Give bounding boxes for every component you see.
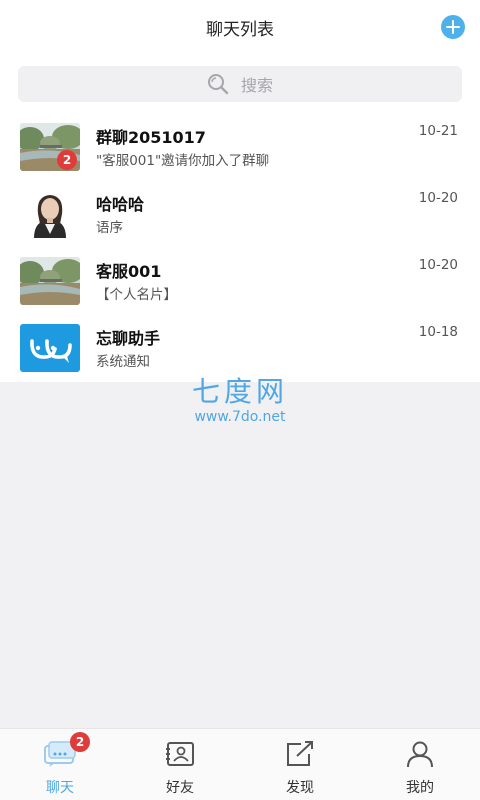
tab-label: 好友 — [166, 780, 194, 796]
page-title: 聊天列表 — [206, 19, 274, 40]
search-input[interactable]: 搜索 — [18, 66, 462, 102]
discover-icon — [285, 739, 315, 769]
user-avatar — [20, 190, 80, 238]
tab-label: 聊天 — [46, 780, 74, 796]
chat-name: 客服001 — [96, 262, 162, 281]
tab-label: 我的 — [406, 780, 434, 796]
tab-me[interactable]: 我的 — [360, 729, 480, 800]
tab-discover[interactable]: 发现 — [240, 729, 360, 800]
watermark-url: www.7do.net — [194, 409, 286, 425]
chat-date: 10-20 — [418, 257, 458, 273]
chat-date: 10-18 — [418, 324, 458, 340]
add-button[interactable] — [441, 15, 465, 39]
bottom-tab-bar: 2 聊天 好友 发现 我的 — [0, 728, 480, 800]
header: 聊天列表 — [0, 0, 480, 54]
search-icon — [207, 73, 229, 95]
tab-label: 发现 — [286, 780, 314, 796]
chat-date: 10-21 — [418, 123, 458, 139]
search-bar: 搜索 — [0, 54, 480, 114]
chat-item[interactable]: 2 群聊2051017 "客服001"邀请你加入了群聊 10-21 — [0, 114, 480, 181]
user-avatar — [20, 257, 80, 305]
chat-preview: 系统通知 — [96, 354, 150, 370]
chat-list-screen: 聊天列表 搜索 2 群聊2051017 "客服001"邀请你加入了群聊 10-2… — [0, 0, 480, 800]
chat-name: 忘聊助手 — [96, 329, 161, 348]
chat-item[interactable]: 客服001 【个人名片】 10-20 — [0, 248, 480, 315]
chat-item[interactable]: 忘聊助手 系统通知 10-18 — [0, 315, 480, 382]
chat-name: 群聊2051017 — [96, 128, 206, 147]
chat-preview: "客服001"邀请你加入了群聊 — [96, 153, 270, 169]
chat-date: 10-20 — [418, 190, 458, 206]
watermark: 七度网 www.7do.net — [0, 376, 480, 426]
chat-list: 2 群聊2051017 "客服001"邀请你加入了群聊 10-21 哈哈哈 语序… — [0, 114, 480, 382]
assistant-avatar — [20, 324, 80, 372]
profile-icon — [406, 739, 434, 769]
chat-name: 哈哈哈 — [96, 195, 145, 214]
plus-circle-icon — [446, 20, 460, 34]
chat-preview: 语序 — [96, 220, 123, 236]
watermark-brand: 七度网 — [191, 375, 288, 408]
tab-chat[interactable]: 2 聊天 — [0, 729, 120, 800]
chat-item[interactable]: 哈哈哈 语序 10-20 — [0, 181, 480, 248]
search-placeholder: 搜索 — [240, 76, 273, 95]
chat-tab-badge: 2 — [70, 732, 90, 752]
unread-badge: 2 — [57, 150, 77, 170]
chat-preview: 【个人名片】 — [96, 287, 177, 303]
tab-friends[interactable]: 好友 — [120, 729, 240, 800]
contacts-icon — [165, 739, 195, 769]
